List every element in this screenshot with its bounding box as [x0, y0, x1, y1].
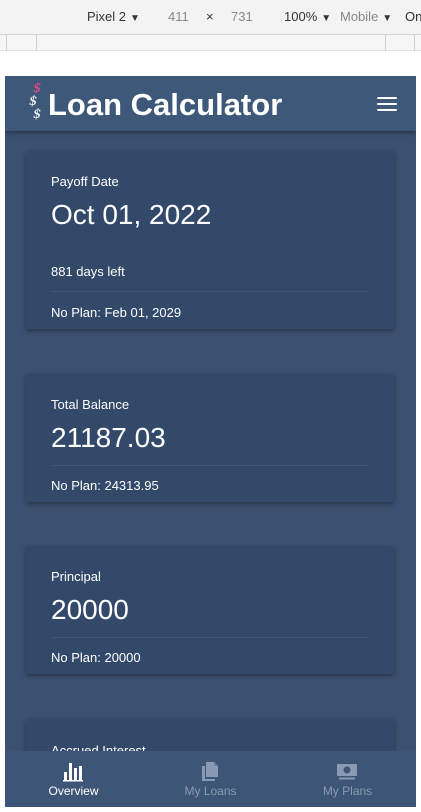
divider — [51, 465, 369, 466]
app-title: Loan Calculator — [48, 87, 283, 122]
viewport-width-input[interactable]: 411 — [168, 9, 189, 24]
bottom-navigation: Overview My Loans My Plans — [5, 751, 416, 807]
no-plan-text: No Plan: 20000 — [51, 650, 141, 665]
card-label: Principal — [51, 569, 101, 584]
chevron-down-icon: ▼ — [321, 13, 332, 24]
throttle-select[interactable]: On — [405, 9, 421, 24]
total-balance-card: Total Balance 21187.03 No Plan: 24313.95 — [26, 374, 394, 502]
zoom-select[interactable]: 100% ▼ — [284, 9, 331, 24]
days-left-text: 881 days left — [51, 264, 125, 279]
device-mode-label: Mobile — [340, 9, 379, 24]
device-select-label: Pixel 2 — [87, 9, 127, 24]
principal-card: Principal 20000 No Plan: 20000 — [26, 546, 394, 674]
nav-item-overview[interactable]: Overview — [5, 751, 142, 807]
bar-chart-icon — [60, 760, 86, 782]
nav-label-my-loans: My Loans — [184, 784, 237, 798]
nav-label-my-plans: My Plans — [322, 784, 373, 798]
payoff-date-value: Oct 01, 2022 — [51, 199, 212, 230]
no-plan-text: No Plan: 24313.95 — [51, 478, 159, 493]
devtools-toolbar: Pixel 2 ▼ 411 × 731 100% ▼ Mobile ▼ On — [0, 0, 421, 35]
hamburger-menu-icon[interactable] — [377, 97, 397, 113]
media-query-ruler — [0, 35, 421, 51]
total-balance-value: 21187.03 — [51, 422, 166, 453]
device-mode-select[interactable]: Mobile ▼ — [340, 9, 392, 24]
app-bar: $ $ $ Loan Calculator — [5, 76, 416, 131]
no-plan-text: No Plan: Feb 01, 2029 — [51, 305, 182, 320]
money-icon — [334, 760, 360, 782]
zoom-select-label: 100% — [284, 9, 318, 24]
card-label: Payoff Date — [51, 174, 119, 189]
documents-icon — [197, 760, 223, 782]
device-viewport: $ $ $ Loan Calculator Payoff Date Oct 01… — [5, 76, 416, 807]
card-label: Total Balance — [51, 397, 130, 412]
chevron-down-icon: ▼ — [382, 13, 393, 24]
divider — [51, 291, 369, 292]
dimension-separator: × — [206, 9, 214, 24]
payoff-date-card: Payoff Date Oct 01, 2022 881 days left N… — [26, 151, 394, 329]
chevron-down-icon: ▼ — [130, 13, 140, 24]
viewport-height-input[interactable]: 731 — [231, 9, 253, 24]
nav-label-overview: Overview — [48, 784, 99, 798]
dollar-logo-icon: $ $ $ — [27, 82, 45, 126]
nav-item-my-plans[interactable]: My Plans — [279, 751, 416, 807]
device-select[interactable]: Pixel 2 ▼ — [87, 9, 140, 24]
principal-value: 20000 — [51, 594, 129, 625]
divider — [51, 637, 369, 638]
logo-glyph-3: $ — [33, 107, 42, 122]
nav-item-my-loans[interactable]: My Loans — [142, 751, 279, 807]
